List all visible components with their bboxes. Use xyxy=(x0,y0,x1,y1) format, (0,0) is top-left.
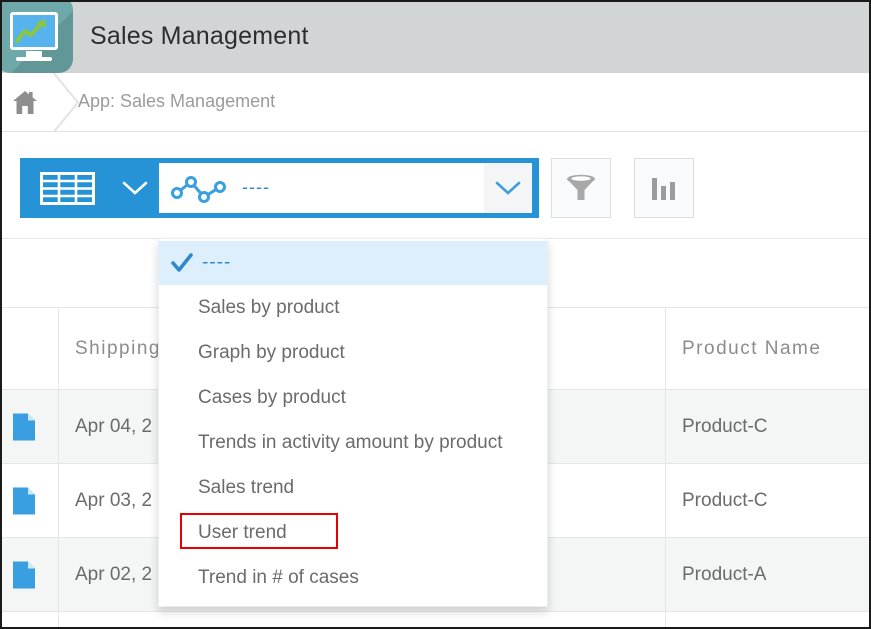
header-cell-product[interactable]: Product Name xyxy=(666,308,869,389)
breadcrumb-path[interactable]: App: Sales Management xyxy=(78,91,275,112)
view-select-dropdown[interactable]: ---- Sales by product Graph by product C… xyxy=(158,238,548,607)
cell-value-shipping: Apr 02, 2 xyxy=(59,564,152,586)
chart-button[interactable] xyxy=(634,158,694,218)
document-icon[interactable] xyxy=(13,561,35,588)
app-window: Sales Management App: Sales Management xyxy=(0,0,871,629)
filter-button[interactable] xyxy=(551,158,611,218)
dropdown-item-trends-in-activity-amount-by-product[interactable]: Trends in activity amount by product xyxy=(159,420,547,465)
dropdown-item-blank[interactable]: ---- xyxy=(159,241,547,285)
app-logo-icon xyxy=(0,0,73,73)
chevron-down-icon[interactable] xyxy=(122,180,148,196)
table-row-partial[interactable] xyxy=(2,612,869,629)
row-cell-product: Product-C xyxy=(666,464,869,537)
document-icon[interactable] xyxy=(13,487,35,514)
chevron-down-icon xyxy=(495,180,521,196)
row-cell-shipping xyxy=(59,612,666,629)
home-icon[interactable] xyxy=(12,90,38,115)
dropdown-item-label: User trend xyxy=(198,522,287,544)
column-header-shipping: Shipping xyxy=(59,338,161,360)
dropdown-item-label: Sales by product xyxy=(198,297,340,319)
view-select-toggle[interactable] xyxy=(484,163,532,213)
dropdown-item-sales-by-product[interactable]: Sales by product xyxy=(159,285,547,330)
cell-value-shipping: Apr 03, 2 xyxy=(59,490,152,512)
cell-value-product: Product-C xyxy=(666,416,768,438)
funnel-filter-icon xyxy=(564,171,598,205)
header-cell-icon xyxy=(2,308,59,389)
table-grid-icon xyxy=(40,172,95,205)
document-icon[interactable] xyxy=(13,413,35,440)
row-icon-cell xyxy=(2,612,59,629)
view-switch-button[interactable] xyxy=(20,158,160,218)
dropdown-item-graph-by-product[interactable]: Graph by product xyxy=(159,330,547,375)
cell-value-shipping: Apr 04, 2 xyxy=(59,416,152,438)
page-title: Sales Management xyxy=(90,22,309,51)
cell-value-product: Product-A xyxy=(666,564,766,586)
dropdown-item-label: Sales trend xyxy=(198,477,294,499)
view-select[interactable]: ---- xyxy=(159,163,532,213)
row-icon-cell xyxy=(2,390,59,463)
dropdown-item-label: Graph by product xyxy=(198,342,345,364)
bar-chart-icon xyxy=(649,173,679,203)
dropdown-item-trend-in-number-of-cases[interactable]: Trend in # of cases xyxy=(159,555,547,600)
toolbar: ---- xyxy=(2,133,869,238)
row-cell-product: Product-C xyxy=(666,390,869,463)
view-select-value: ---- xyxy=(242,177,270,198)
column-header-product-name: Product Name xyxy=(666,338,821,360)
cell-value-product: Product-C xyxy=(666,490,768,512)
row-cell-product xyxy=(666,612,869,629)
dropdown-item-cases-by-product[interactable]: Cases by product xyxy=(159,375,547,420)
dropdown-item-label: Cases by product xyxy=(198,387,346,409)
dropdown-item-label: Trend in # of cases xyxy=(198,567,359,589)
dropdown-item-sales-trend[interactable]: Sales trend xyxy=(159,465,547,510)
app-header: Sales Management xyxy=(2,2,869,73)
row-cell-product: Product-A xyxy=(666,538,869,611)
check-icon xyxy=(171,253,193,273)
line-graph-icon xyxy=(171,174,229,204)
row-icon-cell xyxy=(2,464,59,537)
row-icon-cell xyxy=(2,538,59,611)
trend-arrow-icon xyxy=(13,15,55,47)
dropdown-item-label: Trends in activity amount by product xyxy=(198,432,503,454)
dropdown-item-label: ---- xyxy=(159,252,231,274)
dropdown-item-user-trend[interactable]: User trend xyxy=(159,510,547,555)
